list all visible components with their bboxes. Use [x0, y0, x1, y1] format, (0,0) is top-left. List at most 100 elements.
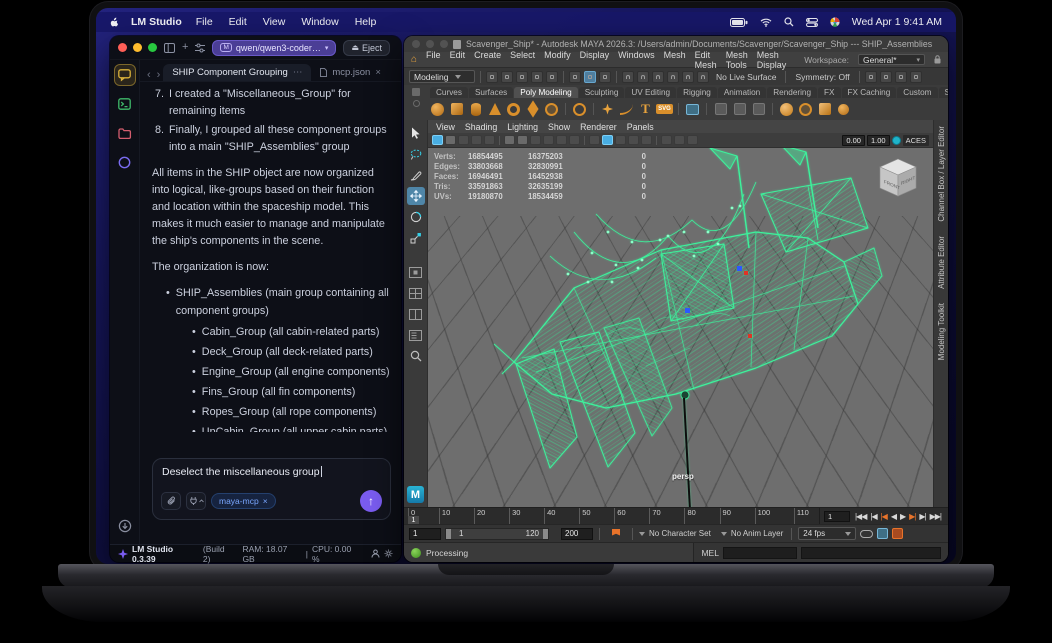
- shelf-tab[interactable]: FX: [818, 87, 841, 98]
- view-cube[interactable]: FRONT RIGHT: [875, 154, 921, 200]
- maya-menu-item[interactable]: Create: [474, 50, 501, 70]
- poly-cone-icon[interactable]: [487, 102, 502, 117]
- menubar-item[interactable]: View: [263, 16, 286, 28]
- zoom-window-button[interactable]: [148, 43, 157, 52]
- eject-model-button[interactable]: ⏏ Eject: [343, 39, 391, 56]
- maya-menu-item[interactable]: Windows: [618, 50, 655, 70]
- lock-icon[interactable]: [934, 55, 941, 64]
- current-frame-marker[interactable]: 1: [408, 516, 419, 524]
- shelf-tab[interactable]: Surfaces: [468, 87, 514, 98]
- ik-handle-icon[interactable]: [732, 102, 747, 117]
- screen-space-ao-icon[interactable]: [569, 135, 580, 145]
- spotlight-search-icon[interactable]: [784, 17, 794, 27]
- animation-end-field[interactable]: 200: [561, 527, 593, 540]
- menubar-item[interactable]: Edit: [229, 16, 247, 28]
- shelf-tab[interactable]: Sculpting: [578, 87, 625, 98]
- character-set-selector[interactable]: No Character Set: [639, 529, 711, 538]
- render-current-frame-icon[interactable]: [894, 70, 907, 83]
- snap-curve-icon[interactable]: [637, 70, 649, 83]
- maya-menu-item[interactable]: Select: [510, 50, 535, 70]
- panel-menu-item[interactable]: Lighting: [507, 122, 538, 132]
- panel-menu-item[interactable]: Show: [548, 122, 570, 132]
- separate-icon[interactable]: [836, 102, 851, 117]
- shelf-options-icon[interactable]: [412, 100, 420, 107]
- maya-menu-item[interactable]: Mesh: [664, 50, 686, 70]
- boolean-union-icon[interactable]: [779, 102, 794, 117]
- lasso-tool-icon[interactable]: [407, 145, 425, 163]
- snap-grid-icon[interactable]: [622, 70, 634, 83]
- menubar-item[interactable]: Help: [355, 16, 377, 28]
- settings-sliders-icon[interactable]: [195, 43, 206, 53]
- curve-warp-icon[interactable]: [619, 102, 634, 117]
- new-scene-icon[interactable]: [486, 70, 498, 83]
- maya-menu-item[interactable]: Display: [580, 50, 610, 70]
- undo-icon[interactable]: [531, 70, 543, 83]
- textured-icon[interactable]: [530, 135, 541, 145]
- zoom-window-button[interactable]: [440, 40, 448, 48]
- close-tab-icon[interactable]: ×: [375, 67, 381, 78]
- right-panel-tab[interactable]: Modeling Toolkit: [937, 303, 946, 360]
- set-key-icon[interactable]: [892, 528, 904, 539]
- joint-tool-icon[interactable]: [713, 102, 728, 117]
- xray-icon[interactable]: [602, 135, 613, 145]
- redo-icon[interactable]: [546, 70, 558, 83]
- snap-point-icon[interactable]: [652, 70, 664, 83]
- panel-menu-item[interactable]: Renderer: [580, 122, 617, 132]
- poly-plane-icon[interactable]: [525, 100, 540, 118]
- platonic-solid-icon[interactable]: [572, 102, 587, 117]
- minimize-window-button[interactable]: [426, 40, 434, 48]
- poly-cylinder-icon[interactable]: [468, 102, 483, 117]
- menubar-item[interactable]: Window: [301, 16, 338, 28]
- exposure-icon[interactable]: [628, 135, 639, 145]
- lock-camera-icon[interactable]: [445, 135, 456, 145]
- select-hierarchy-icon[interactable]: [569, 70, 581, 83]
- select-component-icon[interactable]: [599, 70, 611, 83]
- grease-pencil-icon[interactable]: [661, 135, 672, 145]
- combine-icon[interactable]: [817, 102, 832, 117]
- render-settings-icon[interactable]: [864, 70, 877, 83]
- shelf-tab[interactable]: Substance: [938, 87, 948, 98]
- gamma-icon[interactable]: [641, 135, 652, 145]
- shelf-tab[interactable]: Custom: [897, 87, 938, 98]
- rotate-tool-icon[interactable]: [407, 208, 425, 226]
- close-window-button[interactable]: [412, 40, 420, 48]
- nav-forward-icon[interactable]: ›: [154, 69, 164, 81]
- sidebar-item-developer[interactable]: [115, 94, 135, 114]
- fps-selector[interactable]: 24 fps: [798, 527, 857, 540]
- bookmark-icon[interactable]: [471, 135, 482, 145]
- playback-button[interactable]: |◀: [869, 512, 877, 521]
- select-object-icon[interactable]: [584, 70, 596, 83]
- workspace-selector[interactable]: General* ▾: [857, 54, 925, 65]
- mcp-server-pill[interactable]: maya-mcp ×: [211, 493, 276, 509]
- close-window-button[interactable]: [118, 43, 127, 52]
- maya-menu-item[interactable]: Edit: [450, 50, 466, 70]
- maya-menu-item[interactable]: Edit Mesh: [695, 50, 717, 70]
- time-slider-track[interactable]: 0 10 20 30 40 50 60 70 80 90 100 110 1: [404, 508, 820, 524]
- scale-tool-icon[interactable]: [407, 229, 425, 247]
- remove-mcp-icon[interactable]: ×: [263, 496, 268, 506]
- panel-menu-item[interactable]: View: [436, 122, 455, 132]
- image-plane-icon[interactable]: [484, 135, 495, 145]
- open-scene-icon[interactable]: [501, 70, 513, 83]
- wifi-icon[interactable]: [760, 18, 772, 27]
- paint-select-tool-icon[interactable]: [407, 166, 425, 184]
- maya-menu-item[interactable]: Mesh Display: [757, 50, 787, 70]
- snap-projected-center-icon[interactable]: [667, 70, 679, 83]
- skin-bind-icon[interactable]: [751, 102, 766, 117]
- model-selector[interactable]: M qwen/qwen3-coder… ▾: [212, 39, 337, 56]
- battery-icon[interactable]: [729, 17, 748, 27]
- playback-button[interactable]: ▶: [899, 512, 906, 521]
- color-management-icon[interactable]: [891, 135, 901, 145]
- maya-menu-item[interactable]: File: [426, 50, 441, 70]
- shelf-tab[interactable]: Animation: [717, 87, 767, 98]
- layout-outliner-icon[interactable]: [407, 326, 425, 344]
- sweep-mesh-icon[interactable]: [600, 102, 615, 117]
- current-frame-field[interactable]: 1: [823, 511, 850, 522]
- maya-menu-item[interactable]: Modify: [544, 50, 571, 70]
- select-camera-icon[interactable]: [432, 135, 443, 145]
- panel-menu-item[interactable]: Panels: [627, 122, 654, 132]
- anim-layer-selector[interactable]: No Anim Layer: [720, 529, 783, 538]
- xray-joints-icon[interactable]: [615, 135, 626, 145]
- playback-button[interactable]: ▶▶|: [929, 512, 942, 521]
- playback-button[interactable]: ▶|: [908, 512, 916, 521]
